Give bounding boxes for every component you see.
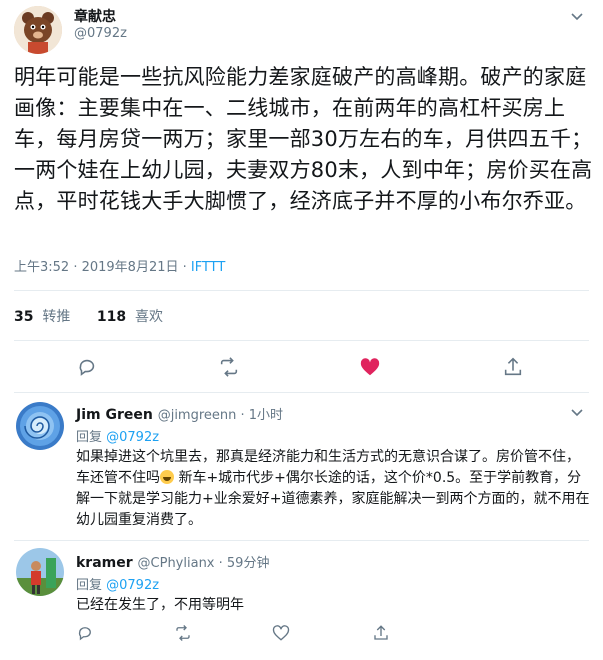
author-name[interactable]: 章献忠 — [74, 6, 116, 26]
heart-outline-icon[interactable] — [272, 624, 290, 642]
reply-to: 回复 @0792z — [76, 426, 159, 445]
reply-text: 已经在发生了，不用等明年 — [76, 597, 244, 613]
reply-author-name: kramer — [76, 555, 133, 571]
heart-icon[interactable] — [359, 356, 381, 378]
reply-author[interactable]: Jim Green @jimgreenn · 1小时 — [76, 404, 283, 423]
photo-avatar-icon — [16, 548, 64, 596]
reply-to-label: 回复 — [76, 578, 107, 593]
divider — [14, 392, 589, 393]
likes-count: 118 — [96, 309, 127, 325]
tweet-text: 明年可能是一些抗风险能力差家庭破产的高峰期。破产的家庭画像：主要集中在一、二线城… — [14, 65, 593, 213]
tweet-timestamp[interactable]: 上午3:52 · 2019年8月21日 · — [14, 260, 191, 275]
reply-avatar[interactable] — [16, 548, 64, 596]
reply-author-name: Jim Green — [76, 407, 153, 423]
divider — [14, 290, 589, 291]
reply-author[interactable]: kramer @CPhylianx · 59分钟 — [76, 552, 269, 571]
reply-actions — [0, 624, 603, 648]
spiral-avatar-icon — [16, 402, 64, 450]
tweet-meta: 上午3:52 · 2019年8月21日 · IFTTT — [14, 256, 225, 275]
author-avatar[interactable] — [14, 6, 62, 54]
reply-to-handle[interactable]: @0792z — [106, 430, 159, 445]
main-tweet-actions — [0, 356, 603, 380]
reply-author-handle: @CPhylianx · 59分钟 — [137, 556, 270, 571]
laughing-face-icon — [160, 470, 174, 484]
reply-icon[interactable] — [76, 356, 98, 378]
reply-to-label: 回复 — [76, 430, 107, 445]
chevron-down-icon[interactable] — [569, 404, 585, 420]
retweets-count: 35 — [14, 309, 34, 325]
tweet-stats: 35 转推 118 喜欢 — [14, 306, 163, 326]
reply-avatar[interactable] — [16, 402, 64, 450]
chevron-down-icon[interactable] — [569, 8, 585, 24]
reply-to: 回复 @0792z — [76, 574, 159, 593]
divider — [14, 340, 589, 341]
reply-author-handle: @jimgreenn · 1小时 — [157, 408, 284, 423]
divider — [14, 540, 589, 541]
reply-to-handle[interactable]: @0792z — [106, 578, 159, 593]
retweet-icon[interactable] — [218, 356, 240, 378]
bear-avatar-icon — [14, 6, 62, 54]
retweets-stat[interactable]: 35 转推 — [14, 309, 70, 325]
retweets-label: 转推 — [42, 309, 71, 325]
author-handle[interactable]: @0792z — [74, 26, 127, 41]
tweet-source[interactable]: IFTTT — [191, 260, 225, 275]
reply-icon[interactable] — [76, 624, 94, 642]
retweet-icon[interactable] — [174, 624, 192, 642]
reply-text: 如果掉进这个坑里去，那真是经济能力和生活方式的无意识合谋了。房价管不住，车还管不… — [76, 447, 591, 531]
likes-label: 喜欢 — [134, 309, 163, 325]
share-icon[interactable] — [372, 624, 390, 642]
share-icon[interactable] — [502, 356, 524, 378]
likes-stat[interactable]: 118 喜欢 — [97, 309, 163, 325]
